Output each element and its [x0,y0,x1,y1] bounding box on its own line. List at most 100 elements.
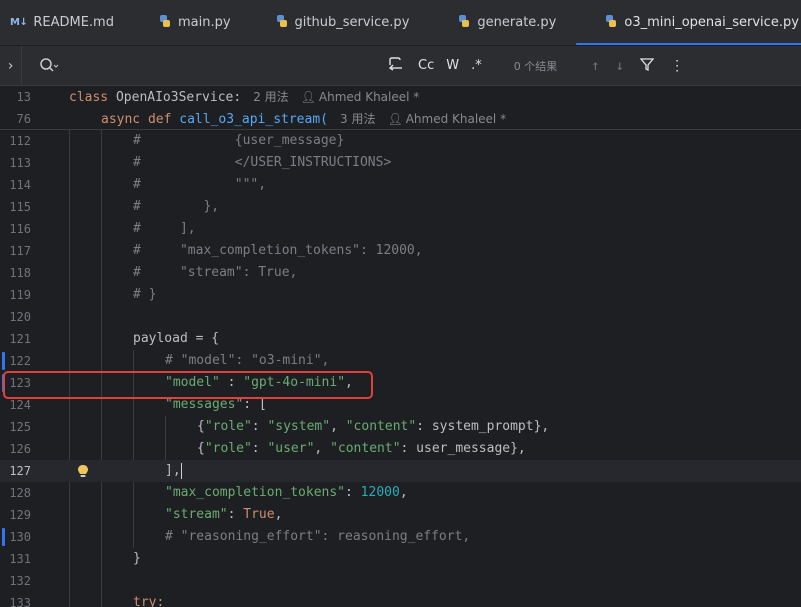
line-text: # "stream": True, [133,265,298,280]
search-input[interactable] [60,52,380,80]
code-line[interactable]: 119 # } [0,284,801,306]
python-icon [275,14,289,32]
line-text: {"role": "user", "content": user_message… [197,441,526,456]
line-text: # } [133,287,157,302]
arrow-down-icon[interactable]: ↓ [616,58,624,74]
code-line[interactable]: 126 {"role": "user", "content": user_mes… [0,438,801,460]
line-text: {"role": "system", "content": system_pro… [197,419,550,434]
line-number: 133 [9,596,31,607]
code-line[interactable]: 118 # "stream": True, [0,262,801,284]
line-number: 131 [9,552,31,566]
line-number: 116 [9,222,31,236]
code-line[interactable]: 121 payload = { [0,328,801,350]
code-line[interactable]: 128 "max_completion_tokens": 12000, [0,482,801,504]
line-number: 130 [9,530,31,544]
code-line[interactable]: 133 try: [0,592,801,607]
author-hint: Ahmed Khaleel * [318,90,420,104]
function-name: call_o3_api_stream( [179,112,328,127]
keyword: class [69,90,109,105]
line-text: ], [165,462,182,479]
tab-label: main.py [177,15,231,30]
whole-word-toggle[interactable]: W [446,58,459,73]
code-line[interactable]: 132 [0,570,801,592]
code-line[interactable]: 114 # """, [0,174,801,196]
line-text: # "max_completion_tokens": 12000, [133,243,423,258]
code-editor[interactable]: 112 # {user_message} 113 # </USER_INSTRUCT… [0,130,801,607]
arrow-up-icon[interactable]: ↑ [591,58,599,74]
class-name: OpenAIo3Service: [115,90,242,105]
line-number: 132 [9,574,31,588]
replace-icon[interactable] [388,56,404,75]
regex-toggle[interactable]: .* [471,58,482,73]
tab-main-py[interactable]: main.py [128,0,245,45]
search-icon[interactable] [38,56,60,76]
line-number: 76 [16,112,31,126]
code-line[interactable]: 115 # }, [0,196,801,218]
line-text: "max_completion_tokens": 12000, [165,485,408,500]
match-case-toggle[interactable]: Cc [418,58,434,73]
line-text: # }, [133,199,220,214]
python-icon [457,14,471,32]
code-line[interactable]: 129 "stream": True, [0,504,801,526]
line-text: # "reasoning_effort": reasoning_effort, [165,529,471,544]
line-number: 129 [9,508,31,522]
tab-readme[interactable]: M↓ README.md [0,0,128,45]
line-text: # {user_message} [133,133,345,148]
line-text: # "model": "o3-mini", [165,353,330,368]
usages-hint[interactable]: 3 用法 [340,112,375,126]
line-number: 13 [16,90,31,104]
code-line-current[interactable]: 127 ], [0,460,801,482]
find-toolbar: › Cc W .* 0 个结果 ↑ ↓ ⋮ [0,45,801,86]
line-number: 119 [9,288,31,302]
code-line[interactable]: 113 # </USER_INSTRUCTIONS> [0,152,801,174]
line-number: 122 [9,354,31,368]
tab-label: README.md [33,15,114,30]
person-icon: 👤︎ [387,112,403,126]
filter-icon[interactable] [639,57,655,75]
python-icon [158,14,172,32]
more-options-icon[interactable]: ⋮ [670,58,684,74]
text-cursor [180,462,182,479]
sticky-lines-header: 13 class OpenAIo3Service: 2 用法 👤︎ Ahmed Kha… [0,86,801,130]
chevron-right-icon[interactable]: › [0,45,22,86]
sticky-line-class[interactable]: 13 class OpenAIo3Service: 2 用法 👤︎ Ahmed Kha… [0,86,801,108]
tab-label: github_service.py [294,15,410,30]
code-line[interactable]: 131} [0,548,801,570]
lightbulb-icon[interactable] [77,464,89,478]
line-number: 121 [9,332,31,346]
markdown-icon: M↓ [10,17,28,28]
code-line[interactable]: 122 # "model": "o3-mini", [0,350,801,372]
sticky-line-def[interactable]: 76 async def call_o3_api_stream( 3 用法 👤︎ Ah… [0,108,801,130]
line-number: 125 [9,420,31,434]
keyword: async def [101,112,172,127]
tab-github-service-py[interactable]: github_service.py [245,0,424,45]
line-number: 127 [9,464,31,478]
line-text: # ], [133,221,196,236]
code-line[interactable]: 116 # ], [0,218,801,240]
line-number: 126 [9,442,31,456]
usages-hint[interactable]: 2 用法 [253,90,288,104]
code-line[interactable]: 120 [0,306,801,328]
code-line[interactable]: 125 {"role": "system", "content": system… [0,416,801,438]
tab-generate-py[interactable]: generate.py [423,0,570,45]
author-hint: Ahmed Khaleel * [405,112,507,126]
line-number: 128 [9,486,31,500]
line-text: # </USER_INSTRUCTIONS> [133,155,392,170]
line-number: 120 [9,310,31,324]
person-icon: 👤︎ [300,90,316,104]
code-line[interactable]: 130 # "reasoning_effort": reasoning_effor… [0,526,801,548]
python-icon [604,14,618,32]
code-line[interactable]: 112 # {user_message} [0,130,801,152]
tab-o3-mini-openai-service-py[interactable]: o3_mini_openai_service.py × [570,0,801,45]
line-number: 118 [9,266,31,280]
line-text: # """, [133,177,267,192]
result-count: 0 个结果 [513,59,558,73]
line-text: payload = { [133,331,220,346]
line-number: 112 [9,134,31,148]
tab-label: o3_mini_openai_service.py [624,15,799,30]
line-number: 113 [9,156,31,170]
code-line[interactable]: 117 # "max_completion_tokens": 12000, [0,240,801,262]
line-number: 114 [9,178,31,192]
line-text: "stream": True, [165,507,283,522]
line-text: } [133,551,141,566]
